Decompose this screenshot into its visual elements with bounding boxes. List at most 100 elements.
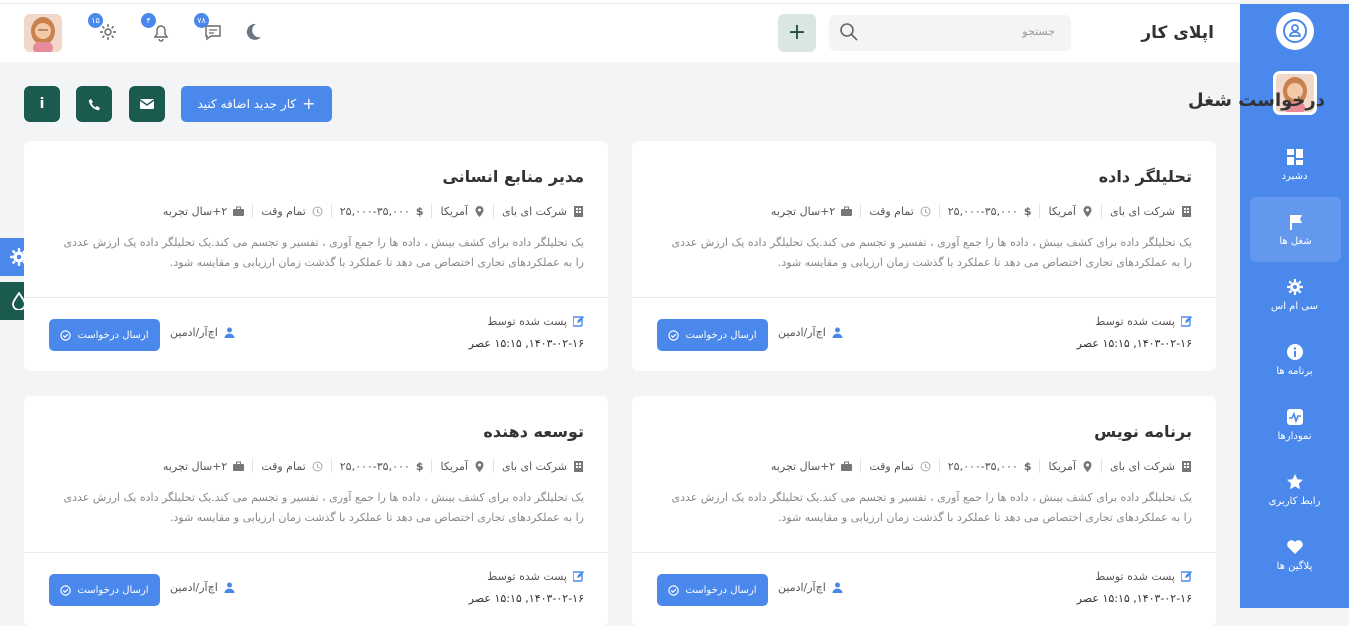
apply-button[interactable]: ارسال درخواست <box>657 574 768 606</box>
check-circle-icon <box>668 329 680 341</box>
salary-info: $ ۲۵,۰۰۰-۳۵,۰۰۰ <box>340 205 424 218</box>
sidebar-item-label: دشبرد <box>1281 170 1308 182</box>
sidebar-item-label: برنامه ها <box>1276 365 1313 377</box>
sidebar-item-label: شغل ها <box>1279 235 1312 247</box>
gear-icon <box>1286 278 1303 295</box>
author-info[interactable]: اچ‌آر/ادمین <box>170 326 235 339</box>
job-description: یک تحلیلگر داده برای کشف بینش ، داده ها … <box>652 488 1192 528</box>
settings-badge: ۱۵ <box>88 13 103 28</box>
job-card: توسعه دهنده شرکت ای بای آمریکا $ ۲۵,۰۰۰-… <box>24 396 608 626</box>
description-line: را به عملکردهای تجاری اختصاص می دهد تا ع… <box>169 511 584 524</box>
author-info[interactable]: اچ‌آر/ادمین <box>778 326 843 339</box>
description-line: را به عملکردهای تجاری اختصاص می دهد تا ع… <box>777 511 1192 524</box>
location-pin-icon <box>475 460 484 472</box>
clock-icon <box>312 206 323 216</box>
edit-icon <box>573 571 584 582</box>
author-info[interactable]: اچ‌آر/ادمین <box>778 581 843 594</box>
job-meta: شرکت ای بای آمریکا $ ۲۵,۰۰۰-۳۵,۰۰۰ تمام … <box>163 204 584 218</box>
experience-text: ۲+سال تجربه <box>770 459 836 473</box>
posted-by: پست شده توسط <box>487 315 584 328</box>
sidebar-item-label: رابط کاربری <box>1268 495 1321 507</box>
search-icon[interactable] <box>839 22 859 42</box>
experience-text: ۲+سال تجربه <box>162 204 228 218</box>
dollar-icon: $ <box>415 204 424 218</box>
building-icon <box>574 205 583 217</box>
add-button[interactable]: + <box>778 14 816 52</box>
info-button[interactable]: i <box>24 86 60 122</box>
info-icon <box>1286 343 1303 360</box>
logo-icon[interactable] <box>1276 12 1314 50</box>
heart-icon <box>1286 539 1303 554</box>
experience-text: ۲+سال تجربه <box>770 204 836 218</box>
clock-icon <box>920 206 931 216</box>
experience-text: ۲+سال تجربه <box>162 459 228 473</box>
job-meta: شرکت ای بای آمریکا $ ۲۵,۰۰۰-۳۵,۰۰۰ تمام … <box>771 204 1192 218</box>
company-name: شرکت ای بای <box>1109 204 1175 218</box>
check-circle-icon <box>60 329 72 341</box>
sidebar-item-charts[interactable]: نمودارها <box>1240 392 1349 457</box>
sidebar-item-jobs[interactable]: شغل ها <box>1250 197 1341 262</box>
location-info: آمریکا <box>440 460 485 473</box>
job-meta: شرکت ای بای آمریکا $ ۲۵,۰۰۰-۳۵,۰۰۰ تمام … <box>771 459 1192 473</box>
job-meta: شرکت ای بای آمریکا $ ۲۵,۰۰۰-۳۵,۰۰۰ تمام … <box>163 459 584 473</box>
sidebar-item-plugins[interactable]: پلاگین ها <box>1240 522 1349 587</box>
description-line: یک تحلیلگر داده برای کشف بینش ، داده ها … <box>63 491 584 504</box>
add-job-button[interactable]: کار جدید اضافه کنید + <box>181 86 332 122</box>
building-icon <box>574 460 583 472</box>
salary-text: ۲۵,۰۰۰-۳۵,۰۰۰ <box>339 459 410 473</box>
dashboard-icon <box>1286 148 1303 165</box>
phone-button[interactable] <box>76 86 112 122</box>
card-divider <box>632 297 1216 298</box>
phone-icon <box>88 98 100 110</box>
experience-info: ۲+سال تجربه <box>770 204 853 218</box>
job-title: توسعه دهنده <box>483 422 584 441</box>
search-box[interactable]: جستجو <box>829 15 1071 51</box>
edit-icon <box>1181 571 1192 582</box>
app-title: اپلای کار <box>1141 23 1214 43</box>
job-title: تحلیلگر داده <box>1098 167 1192 186</box>
job-description: یک تحلیلگر داده برای کشف بینش ، داده ها … <box>44 233 584 273</box>
mail-button[interactable] <box>129 86 165 122</box>
description-line: را به عملکردهای تجاری اختصاص می دهد تا ع… <box>169 256 584 269</box>
user-avatar[interactable] <box>24 14 62 52</box>
job-type-text: تمام وقت <box>261 459 306 473</box>
sidebar-item-cms[interactable]: سی ام اس <box>1240 262 1349 327</box>
job-title: مدیر منابع انسانی <box>442 167 584 186</box>
salary-info: $ ۲۵,۰۰۰-۳۵,۰۰۰ <box>948 205 1032 218</box>
location-text: آمریکا <box>1048 204 1076 218</box>
description-line: یک تحلیلگر داده برای کشف بینش ، داده ها … <box>671 491 1192 504</box>
dollar-icon: $ <box>415 459 424 473</box>
check-circle-icon <box>668 584 680 596</box>
apply-label: ارسال درخواست <box>685 584 757 596</box>
card-divider <box>24 297 608 298</box>
job-type-info: تمام وقت <box>261 204 323 218</box>
salary-info: $ ۲۵,۰۰۰-۳۵,۰۰۰ <box>948 460 1032 473</box>
briefcase-icon <box>233 206 245 216</box>
author-info[interactable]: اچ‌آر/ادمین <box>170 581 235 594</box>
user-icon <box>224 582 235 593</box>
company-info: شرکت ای بای <box>1110 460 1192 473</box>
job-type-text: تمام وقت <box>261 204 306 218</box>
job-card: مدیر منابع انسانی شرکت ای بای آمریکا $ ۲… <box>24 141 608 371</box>
apply-button[interactable]: ارسال درخواست <box>657 319 768 351</box>
company-name: شرکت ای بای <box>501 204 567 218</box>
briefcase-icon <box>841 206 853 216</box>
messages-badge: ۷۸ <box>194 13 209 28</box>
experience-info: ۲+سال تجربه <box>162 459 245 473</box>
notifications-badge: ۴ <box>141 13 156 28</box>
sidebar-item-ui[interactable]: رابط کاربری <box>1240 457 1349 522</box>
posted-date: ۱۴۰۳-۰۲-۱۶, ۱۵:۱۵ عصر <box>468 592 584 605</box>
job-type-text: تمام وقت <box>869 459 914 473</box>
experience-info: ۲+سال تجربه <box>770 459 853 473</box>
sidebar-item-apps[interactable]: برنامه ها <box>1240 327 1349 392</box>
mail-icon <box>140 99 154 109</box>
search-input[interactable]: جستجو <box>1022 25 1055 38</box>
job-card: تحلیلگر داده شرکت ای بای آمریکا $ ۲۵,۰۰۰… <box>632 141 1216 371</box>
dark-mode-moon-icon[interactable] <box>242 21 264 43</box>
apply-button[interactable]: ارسال درخواست <box>49 319 160 351</box>
sidebar-item-dashboard[interactable]: دشبرد <box>1240 132 1349 197</box>
add-job-label: کار جدید اضافه کنید <box>197 97 297 111</box>
sidebar-item-label: سی ام اس <box>1270 300 1319 312</box>
location-pin-icon <box>1083 460 1092 472</box>
apply-button[interactable]: ارسال درخواست <box>49 574 160 606</box>
